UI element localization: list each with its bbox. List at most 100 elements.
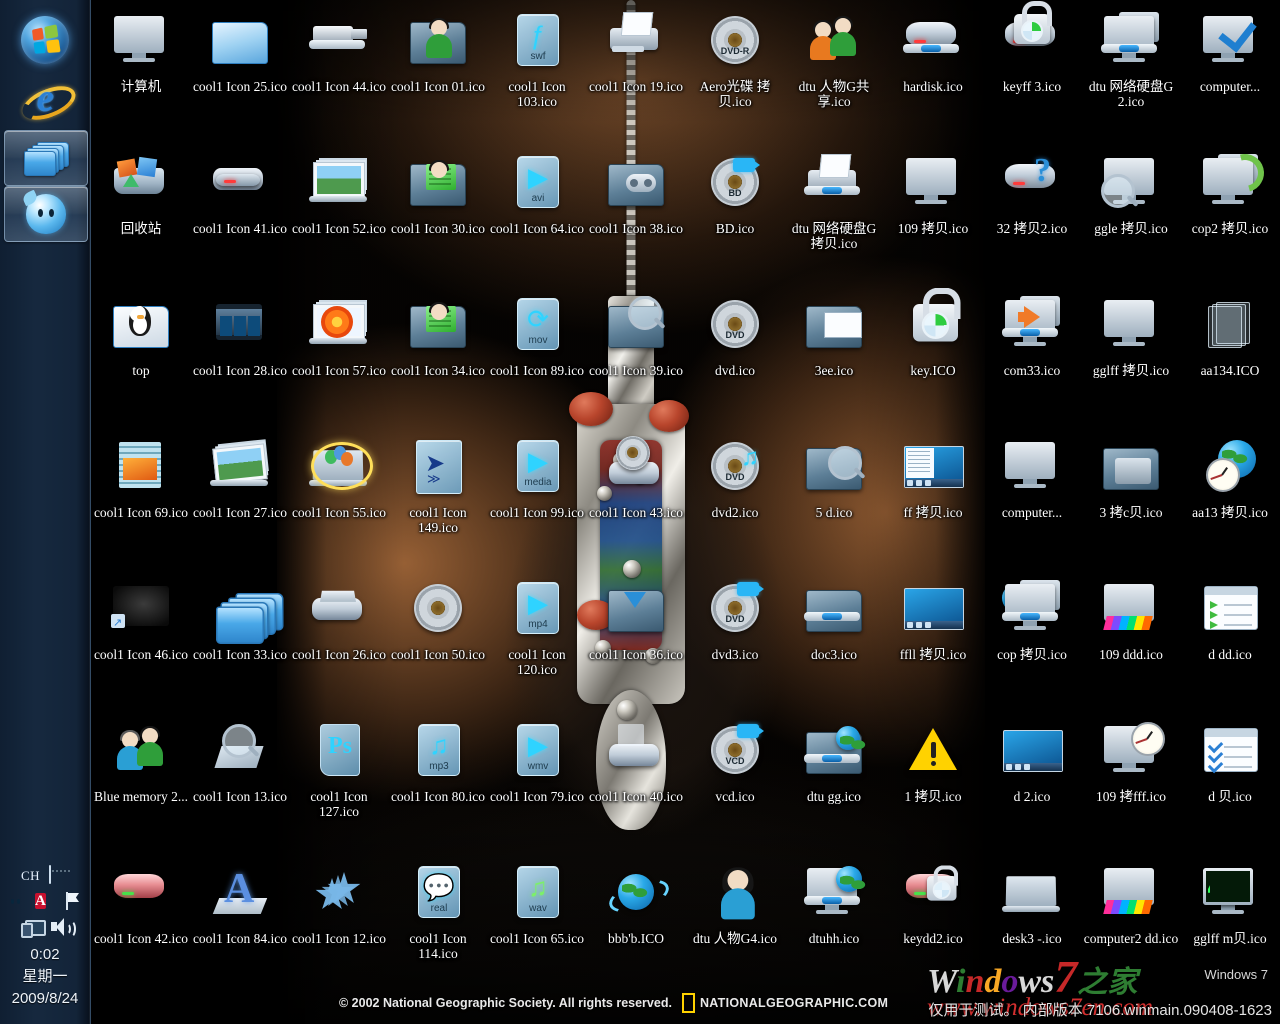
desktop-icon[interactable]: keyff 3.ico [983, 1, 1081, 144]
desktop-icon[interactable]: ffll 拷贝.ico [884, 572, 982, 712]
desktop-icon[interactable]: 109 拷fff.ico [1082, 714, 1180, 854]
desktop-icon[interactable]: hardisk.ico [884, 4, 982, 144]
desktop-icon[interactable]: ▶ media cool1 Icon 99.ico [488, 430, 586, 570]
desktop-icon[interactable]: top [92, 288, 190, 428]
desktop-icon[interactable]: ♫ wav cool1 Icon 65.ico [488, 856, 586, 996]
desktop-icon[interactable]: cool1 Icon 38.ico [587, 146, 685, 286]
avira-antivirus-icon[interactable]: A [35, 892, 55, 912]
language-indicator[interactable]: CH [21, 868, 40, 884]
start-button[interactable] [21, 16, 69, 64]
desktop-icon[interactable]: d 2.ico [983, 714, 1081, 854]
desktop-icon[interactable]: cool1 Icon 33.ico [191, 572, 289, 712]
desktop-icon[interactable]: Acool1 Icon 84.ico [191, 856, 289, 996]
desktop-icon[interactable]: d dd.ico [1181, 572, 1279, 712]
desktop-icon[interactable]: key.ICO [884, 287, 982, 428]
desktop-icon[interactable]: cool1 Icon 25.ico [191, 4, 289, 144]
desktop-icon[interactable]: ggle 拷贝.ico [1082, 146, 1180, 286]
desktop-icon[interactable]: 109 拷贝.ico [884, 146, 982, 286]
desktop-icon[interactable]: 计算机 [92, 4, 190, 144]
desktop-icon[interactable]: desk3 -.ico [983, 856, 1081, 996]
desktop-icon[interactable]: cool1 Icon 43.ico [587, 430, 685, 570]
desktop-icon[interactable]: computer... [983, 430, 1081, 570]
desktop-icon[interactable]: 3ee.ico [785, 288, 883, 428]
taskbar-clock[interactable]: 0:02 星期一 2009/8/24 [0, 944, 90, 1024]
desktop-icon[interactable]: bbb'b.ICO [587, 856, 685, 996]
desktop-icon[interactable]: cool1 Icon 52.ico [290, 146, 388, 286]
desktop-icon[interactable]: cool1 Icon 44.ico [290, 4, 388, 144]
desktop-icon[interactable]: cool1 Icon 41.ico [191, 146, 289, 286]
desktop-icon[interactable]: DVD dvd.ico [686, 288, 784, 428]
desktop-icon[interactable]: cool1 Icon 30.ico [389, 146, 487, 286]
desktop-icon[interactable]: gglff 拷贝.ico [1082, 288, 1180, 428]
desktop-icon[interactable]: cool1 Icon 28.ico [191, 288, 289, 428]
desktop-icon[interactable]: 回收站 [92, 146, 190, 286]
desktop-icon[interactable]: cool1 Icon 19.ico [587, 4, 685, 144]
desktop-icon[interactable]: ➤ ≫ cool1 Icon 149.ico [389, 430, 487, 570]
desktop-icon[interactable]: ff 拷贝.ico [884, 430, 982, 570]
desktop-icon[interactable]: com33.ico [983, 288, 1081, 428]
two-people-icon [802, 10, 866, 74]
desktop-icon[interactable]: cool1 Icon 57.ico [290, 288, 388, 428]
desktop-icon[interactable]: ♫ mp3 cool1 Icon 80.ico [389, 714, 487, 854]
desktop-icon[interactable]: 5 d.ico [785, 430, 883, 570]
desktop-icon[interactable]: 109 ddd.ico [1082, 572, 1180, 712]
desktop-icon[interactable]: DVD-R Aero光碟 拷贝.ico [686, 4, 784, 144]
desktop-icon[interactable]: dtu 人物G4.ico [686, 856, 784, 996]
desktop-icon[interactable]: dtuhh.ico [785, 856, 883, 996]
desktop-icon[interactable]: doc3.ico [785, 572, 883, 712]
desktop-icon[interactable]: cool1 Icon 39.ico [587, 288, 685, 428]
desktop-icon[interactable]: computer2 dd.ico [1082, 856, 1180, 996]
desktop-icon[interactable]: dtu 人物G共享.ico [785, 4, 883, 144]
desktop-icon[interactable]: cool1 Icon 40.ico [587, 714, 685, 854]
desktop-icon[interactable]: ▶ avi cool1 Icon 64.ico [488, 146, 586, 286]
desktop-icon[interactable]: Ps cool1 Icon 127.ico [290, 714, 388, 854]
desktop-icon[interactable]: BD BD.ico [686, 146, 784, 286]
desktop-icon[interactable]: cop2 拷贝.ico [1181, 146, 1279, 286]
desktop-icon[interactable]: computer... [1181, 4, 1279, 144]
desktop-icon[interactable]: ⟳ mov cool1 Icon 89.ico [488, 288, 586, 428]
desktop-icon[interactable]: DVD ♫ dvd2.ico [686, 430, 784, 570]
network-icon[interactable] [20, 918, 46, 938]
desktop-icon[interactable]: cool1 Icon 42.ico [92, 856, 190, 996]
file-real-icon: 💬 real [406, 862, 470, 926]
desktop-icon[interactable]: dtu 网络硬盘G 拷贝.ico [785, 146, 883, 286]
desktop-icon[interactable]: cool1 Icon 50.ico [389, 572, 487, 712]
taskbar-launcher-internet-explorer[interactable]: e [17, 76, 81, 127]
desktop-icon[interactable]: DVD dvd3.ico [686, 572, 784, 712]
desktop-icon[interactable]: cool1 Icon 69.ico [92, 430, 190, 570]
desktop-icon[interactable]: VCD vcd.ico [686, 714, 784, 854]
desktop-icon[interactable]: 1 拷贝.ico [884, 714, 982, 854]
desktop-icon[interactable]: cool1 Icon 55.ico [290, 430, 388, 570]
desktop-icon[interactable]: aa13 拷贝.ico [1181, 430, 1279, 570]
desktop-icon[interactable]: ƒ swf cool1 Icon 103.ico [488, 4, 586, 144]
desktop-icon[interactable]: keydd2.ico [884, 856, 982, 996]
desktop-icon[interactable]: cool1 Icon 26.ico [290, 572, 388, 712]
taskbar-button-windows-explorer[interactable] [4, 130, 88, 186]
desktop-icon[interactable]: cop 拷贝.ico [983, 572, 1081, 712]
taskbar-button-qq[interactable] [4, 186, 88, 242]
keyboard-icon[interactable] [49, 865, 69, 886]
desktop-icon[interactable]: ▶ wmv cool1 Icon 79.ico [488, 714, 586, 854]
two-people2-icon [109, 720, 173, 784]
desktop-icon[interactable]: cool1 Icon 27.ico [191, 430, 289, 570]
action-flag-icon[interactable] [64, 892, 84, 912]
desktop-icon[interactable]: d 贝.ico [1181, 714, 1279, 854]
desktop-icon[interactable]: 3 拷c贝.ico [1082, 430, 1180, 570]
desktop-icon[interactable]: dtu gg.ico [785, 714, 883, 854]
desktop-icon[interactable]: cool1 Icon 13.ico [191, 714, 289, 854]
desktop-icon[interactable]: cool1 Icon 12.ico [290, 856, 388, 996]
globe-clock-icon [1198, 436, 1262, 500]
desktop-icon[interactable]: dtu 网络硬盘G 2.ico [1082, 4, 1180, 144]
desktop-icon[interactable]: 💬 real cool1 Icon 114.ico [389, 856, 487, 996]
qq-tray-icon[interactable] [6, 892, 26, 912]
desktop-icon[interactable]: cool1 Icon 34.ico [389, 288, 487, 428]
desktop-icon[interactable]: Blue memory 2... [92, 714, 190, 854]
padlock-icon [901, 287, 965, 358]
desktop-icon[interactable]: aa134.ICO [1181, 288, 1279, 428]
desktop-icon[interactable]: cool1 Icon 36.ico [587, 572, 685, 712]
desktop-icon[interactable]: ▶ mp4 cool1 Icon 120.ico [488, 572, 586, 712]
volume-icon[interactable] [50, 918, 76, 938]
desktop-icon[interactable]: ? 32 拷贝2.ico [983, 146, 1081, 286]
desktop-icon[interactable]: cool1 Icon 01.ico [389, 4, 487, 144]
desktop-icon[interactable]: ↗ cool1 Icon 46.ico [92, 572, 190, 712]
